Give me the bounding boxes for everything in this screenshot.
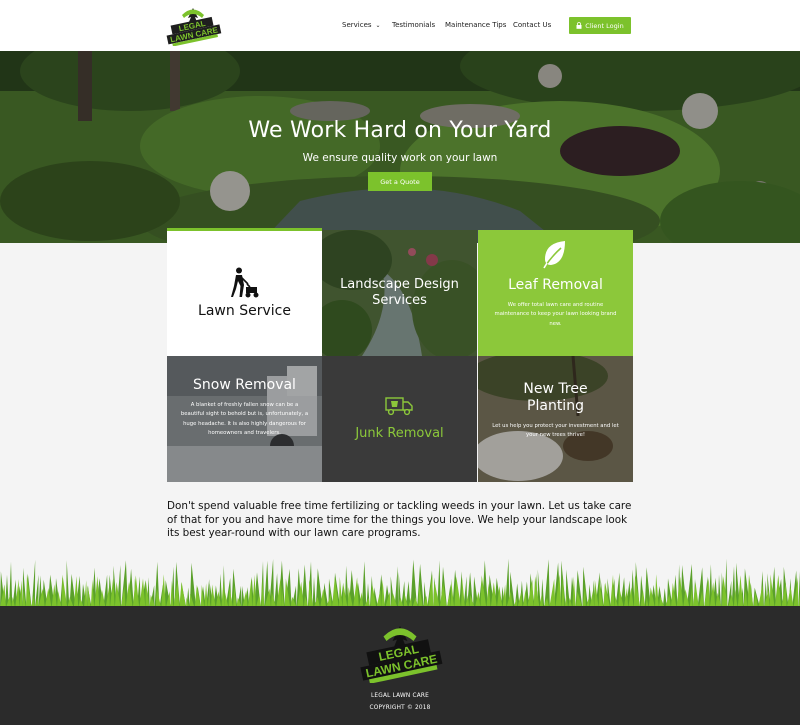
- service-title-line2: Services: [372, 293, 427, 308]
- client-login-button[interactable]: Client Login: [569, 17, 631, 34]
- service-tile-junk-removal[interactable]: Junk Removal: [322, 356, 477, 482]
- service-title-line1: New Tree: [523, 381, 588, 397]
- service-tile-snow-removal[interactable]: Snow Removal A blanket of freshly fallen…: [167, 356, 322, 482]
- nav-testimonials[interactable]: Testimonials: [392, 21, 435, 29]
- footer-copyright: COPYRIGHT © 2018: [369, 705, 431, 711]
- service-tile-lawn-service[interactable]: Lawn Service: [167, 228, 322, 356]
- legal-lawn-care-logo[interactable]: LEGAL LAWN CARE: [162, 6, 224, 46]
- footer-legal-lawn-care-logo[interactable]: LEGAL LAWN CARE: [353, 623, 447, 683]
- nav-testimonials-label: Testimonials: [392, 21, 436, 29]
- hero-subtitle: We ensure quality work on your lawn: [302, 152, 498, 164]
- nav-contact-us-label: Contact Us: [513, 21, 552, 29]
- hero-banner: We Work Hard on Your Yard We ensure qual…: [0, 51, 800, 243]
- chevron-down-icon: ⌄: [375, 21, 381, 29]
- site-header: LEGAL LAWN CARE Services ⌄ Testimonials …: [0, 0, 800, 51]
- service-title-line2: Planting: [527, 398, 584, 414]
- hero-title: We Work Hard on Your Yard: [248, 118, 552, 143]
- lock-icon: [576, 22, 582, 29]
- hero-overlay: [0, 51, 800, 243]
- tree-overlay: [478, 356, 633, 482]
- service-title: Junk Removal: [355, 426, 444, 441]
- service-description: A blanket of freshly fallen snow can be …: [180, 402, 309, 436]
- nav-maintenance-tips-label: Maintenance Tips: [445, 21, 507, 29]
- service-title-line1: Landscape Design: [340, 277, 459, 292]
- footer-company-name: LEGAL LAWN CARE: [370, 693, 430, 699]
- service-title: Lawn Service: [198, 303, 291, 319]
- service-description: Let us help you protect your investment …: [492, 423, 619, 439]
- service-tile-leaf-removal[interactable]: Leaf Removal We offer total lawn care an…: [478, 230, 633, 356]
- service-title: Snow Removal: [193, 377, 296, 393]
- nav-maintenance-tips[interactable]: Maintenance Tips: [445, 21, 506, 29]
- leaf-icon: [543, 241, 565, 269]
- services-grid: Lawn Service Landscape Design Services L…: [167, 228, 633, 482]
- service-tile-landscape-design[interactable]: Landscape Design Services: [322, 230, 477, 356]
- truck-icon: [385, 397, 413, 416]
- grass-divider-image: [0, 558, 800, 608]
- intro-paragraph: Don't spend valuable free time fertilizi…: [167, 500, 632, 540]
- nav-contact-us[interactable]: Contact Us: [513, 21, 551, 29]
- client-login-label: Client Login: [585, 21, 624, 30]
- nav-services[interactable]: Services ⌄: [342, 21, 381, 29]
- site-footer: LEGAL LAWN CARE LEGAL LAWN CARE COPYRIGH…: [0, 606, 800, 725]
- service-description: We offer total lawn care and routine mai…: [494, 302, 617, 327]
- service-title: Leaf Removal: [508, 277, 603, 293]
- lawn-mower-icon: [231, 267, 259, 298]
- service-tile-new-tree-planting[interactable]: New Tree Planting Let us help you protec…: [478, 356, 633, 482]
- nav-services-label: Services: [342, 21, 372, 29]
- get-a-quote-button[interactable]: Get a Quote: [368, 172, 432, 191]
